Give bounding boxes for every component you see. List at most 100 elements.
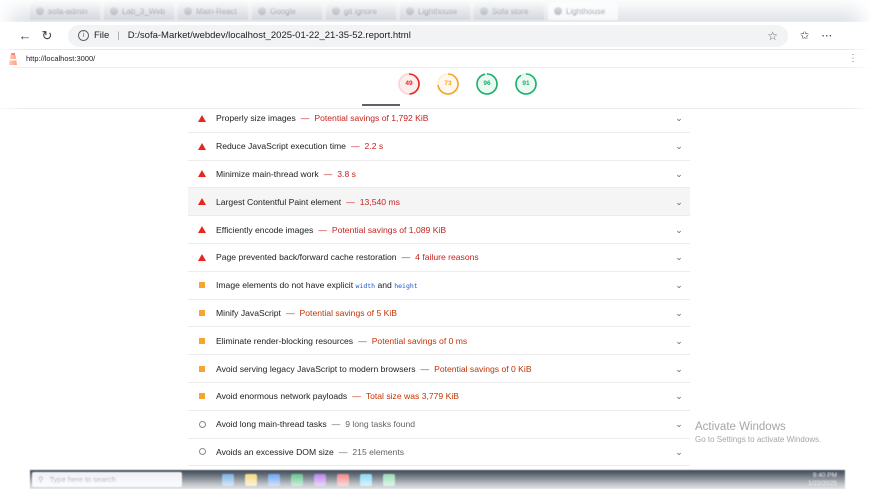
chevron-down-icon[interactable]: ⌄ xyxy=(674,280,684,290)
taskbar-clock[interactable]: 9:40 PM 1/22/2025 xyxy=(808,472,837,488)
audit-title: Avoid long main-thread tasks xyxy=(216,419,327,430)
fail-triangle-icon xyxy=(196,142,208,150)
info-icon[interactable]: i xyxy=(78,30,89,41)
chevron-down-icon[interactable]: ⌄ xyxy=(674,364,684,374)
gauge-best-practices[interactable]: 96 xyxy=(475,72,499,96)
app-icon[interactable] xyxy=(383,473,395,486)
audit-row[interactable]: Minify JavaScript — Potential savings of… xyxy=(188,300,690,328)
browser-tab[interactable]: Sofa store xyxy=(474,2,544,20)
favicon-icon xyxy=(480,7,488,15)
back-button[interactable]: ← xyxy=(14,25,36,47)
browser-tab[interactable]: sofa-admin xyxy=(30,2,100,20)
audit-row[interactable]: Reduce JavaScript execution time — 2.2 s… xyxy=(188,133,690,161)
tab-strip: sofa-admin Lab_3_Web Main-React Google g… xyxy=(0,0,870,22)
favorites-icon[interactable]: ✩ xyxy=(800,29,809,42)
audit-detail: Potential savings of 0 KiB xyxy=(434,363,532,374)
browser-tab[interactable]: Google xyxy=(252,2,322,20)
address-url[interactable]: D:/sofa-Market/webdev/localhost_2025-01-… xyxy=(128,30,767,41)
audit-detail: Potential savings of 0 ms xyxy=(371,335,468,346)
chevron-down-icon[interactable]: ⌄ xyxy=(674,113,684,123)
audit-row[interactable]: Efficiently encode images — Potential sa… xyxy=(188,216,690,244)
audit-title: Eliminate render-blocking resources xyxy=(216,335,354,346)
audit-detail: Potential savings of 1,089 KiB xyxy=(331,224,447,235)
audit-title-text: and xyxy=(375,280,395,291)
browser-tab[interactable]: Main-React xyxy=(178,2,248,20)
audit-row[interactable]: Page prevented back/forward cache restor… xyxy=(188,244,690,272)
toolbar-right: ✩ ⋯ xyxy=(800,29,832,42)
audit-dash: — xyxy=(420,363,430,374)
lighthouse-logo-icon xyxy=(9,52,17,65)
chevron-down-icon[interactable]: ⌄ xyxy=(674,197,684,207)
taskbar-icons xyxy=(222,473,395,486)
store-icon[interactable] xyxy=(360,473,372,486)
report-menu-icon[interactable]: ⋮ xyxy=(848,53,858,64)
audit-title-text: Image elements do not have explicit xyxy=(216,280,356,291)
warn-square-icon xyxy=(196,393,208,400)
address-separator: | xyxy=(117,30,120,41)
chevron-down-icon[interactable]: ⌄ xyxy=(674,169,684,179)
chevron-down-icon[interactable]: ⌄ xyxy=(674,308,684,318)
app-icon[interactable] xyxy=(337,473,349,486)
chrome-icon[interactable] xyxy=(291,473,303,486)
tab-label: git ignore xyxy=(344,6,377,16)
info-circle-icon xyxy=(196,420,208,428)
taskbar-search[interactable]: ⚲ Type here to search xyxy=(32,472,182,487)
more-icon[interactable]: ⋯ xyxy=(821,29,832,42)
address-bar[interactable]: i File | D:/sofa-Market/webdev/localhost… xyxy=(68,24,788,47)
clock-time: 9:40 PM xyxy=(812,471,837,479)
file-explorer-icon[interactable] xyxy=(245,473,257,486)
browser-tab[interactable]: Lighthouse xyxy=(400,2,470,20)
arrow-left-icon: ← xyxy=(18,28,32,43)
search-icon: ⚲ xyxy=(38,475,44,484)
gauge-seo[interactable]: 91 xyxy=(514,72,538,96)
audit-dash: — xyxy=(346,196,355,207)
fail-triangle-icon xyxy=(196,198,208,206)
chevron-down-icon[interactable]: ⌄ xyxy=(674,225,684,235)
star-icon[interactable]: ☆ xyxy=(767,29,778,43)
warn-square-icon xyxy=(196,337,208,344)
audit-row[interactable]: Properly size images — Potential savings… xyxy=(188,105,690,133)
audit-detail: 215 elements xyxy=(352,446,405,457)
browser-tab[interactable]: git ignore xyxy=(326,2,396,20)
tab-label: Lighthouse xyxy=(566,6,606,16)
browser-tab-active[interactable]: Lighthouse xyxy=(548,2,618,20)
vscode-icon[interactable] xyxy=(314,473,326,486)
reload-button[interactable]: ↻ xyxy=(36,25,58,47)
audit-row[interactable]: Eliminate render-blocking resources — Po… xyxy=(188,327,690,356)
gauge-performance[interactable]: 49 xyxy=(397,72,421,96)
warn-square-icon xyxy=(196,309,208,316)
audit-title: Avoid serving legacy JavaScript to moder… xyxy=(216,363,416,374)
audit-row[interactable]: Avoid serving legacy JavaScript to moder… xyxy=(188,355,690,383)
audit-row[interactable]: Minimize main-thread work — 3.8 s ⌄ xyxy=(188,161,690,189)
favicon-icon xyxy=(184,7,192,15)
chevron-down-icon[interactable]: ⌄ xyxy=(674,419,684,429)
edge-icon[interactable] xyxy=(268,473,280,486)
favicon-icon xyxy=(110,7,118,15)
chevron-down-icon[interactable]: ⌄ xyxy=(674,336,684,346)
audit-title: Minify JavaScript xyxy=(216,307,281,318)
tab-label: sofa-admin xyxy=(48,6,88,16)
report-url[interactable]: http://localhost:3000/ xyxy=(26,54,95,63)
chevron-down-icon[interactable]: ⌄ xyxy=(674,391,684,401)
audit-row[interactable]: Avoid long main-thread tasks — 9 long ta… xyxy=(188,411,690,439)
favicon-icon xyxy=(554,7,562,15)
taskbar-search-placeholder: Type here to search xyxy=(49,475,116,484)
audit-detail: 13,540 ms xyxy=(359,196,400,207)
audit-code: height xyxy=(394,282,418,291)
audit-dash: — xyxy=(331,419,341,430)
tab-label: Sofa store xyxy=(492,6,529,16)
task-view-icon[interactable] xyxy=(222,473,234,486)
scheme-label: File xyxy=(94,30,110,41)
chevron-down-icon[interactable]: ⌄ xyxy=(674,252,684,262)
browser-tab[interactable]: Lab_3_Web xyxy=(104,2,174,20)
audit-row[interactable]: Largest Contentful Paint element — 13,54… xyxy=(188,188,690,217)
fail-triangle-icon xyxy=(196,114,208,122)
audit-row[interactable]: Avoids an excessive DOM size — 215 eleme… xyxy=(188,439,690,467)
audit-title: Reduce JavaScript execution time xyxy=(216,141,346,152)
reload-icon: ↻ xyxy=(41,27,53,43)
chevron-down-icon[interactable]: ⌄ xyxy=(674,447,684,457)
audit-row[interactable]: Image elements do not have explicit widt… xyxy=(188,272,690,300)
gauge-accessibility[interactable]: 73 xyxy=(436,72,460,96)
chevron-down-icon[interactable]: ⌄ xyxy=(674,141,684,151)
audit-row[interactable]: Avoid enormous network payloads — Total … xyxy=(188,383,690,411)
